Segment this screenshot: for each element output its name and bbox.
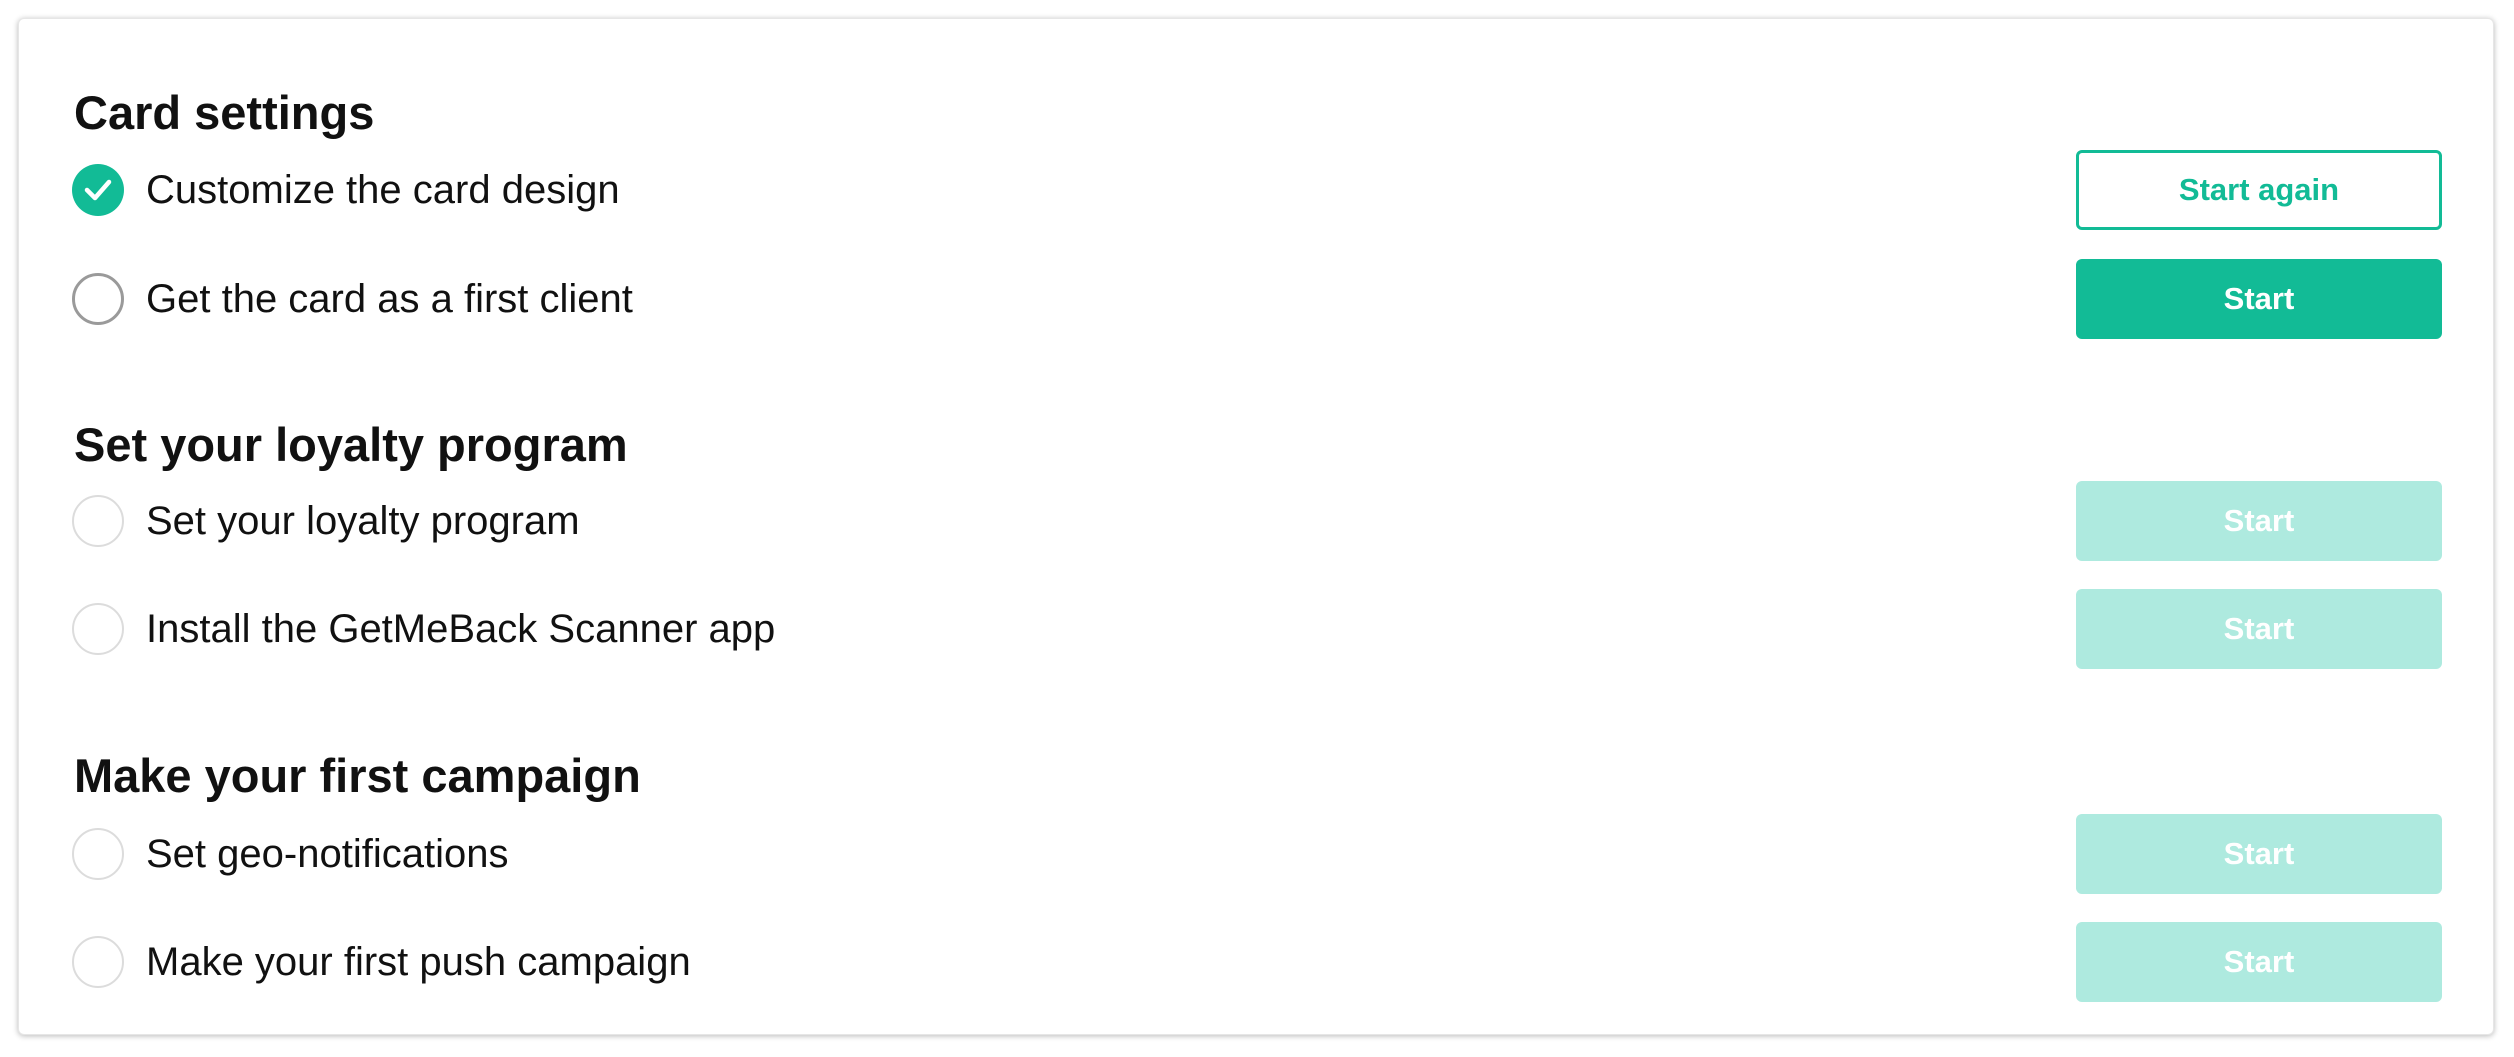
task-status-locked [72, 828, 124, 880]
start-button-disabled[interactable]: Start [2076, 922, 2442, 1002]
start-button-disabled[interactable]: Start [2076, 814, 2442, 894]
task-status-locked [72, 603, 124, 655]
start-button[interactable]: Start [2076, 259, 2442, 339]
start-button-disabled[interactable]: Start [2076, 481, 2442, 561]
start-button-disabled[interactable]: Start [2076, 589, 2442, 669]
task-status-done [72, 164, 124, 216]
task-row-first-push-campaign: Make your first push campaign Start [72, 922, 2442, 1002]
section-title-card-settings: Card settings [74, 86, 375, 139]
section-title-first-campaign: Make your first campaign [74, 749, 641, 802]
task-label: Install the GetMeBack Scanner app [146, 607, 776, 651]
start-again-button[interactable]: Start again [2076, 150, 2442, 230]
task-row-customize-card-design: Customize the card design Start again [72, 150, 2442, 230]
task-row-get-card-first-client: Get the card as a first client Start [72, 259, 2442, 339]
task-status-pending [72, 273, 124, 325]
task-row-install-scanner-app: Install the GetMeBack Scanner app Start [72, 589, 2442, 669]
onboarding-checklist-card: Card settings Customize the card design … [18, 18, 2494, 1035]
section-title-loyalty-program: Set your loyalty program [74, 418, 628, 471]
task-label: Make your first push campaign [146, 940, 691, 984]
task-label: Get the card as a first client [146, 277, 633, 321]
task-label: Set your loyalty program [146, 499, 580, 543]
task-status-locked [72, 495, 124, 547]
task-label: Customize the card design [146, 168, 620, 212]
task-status-locked [72, 936, 124, 988]
task-row-set-loyalty-program: Set your loyalty program Start [72, 481, 2442, 561]
task-label: Set geo-notifications [146, 832, 509, 876]
task-row-geo-notifications: Set geo-notifications Start [72, 814, 2442, 894]
check-icon [84, 179, 112, 201]
